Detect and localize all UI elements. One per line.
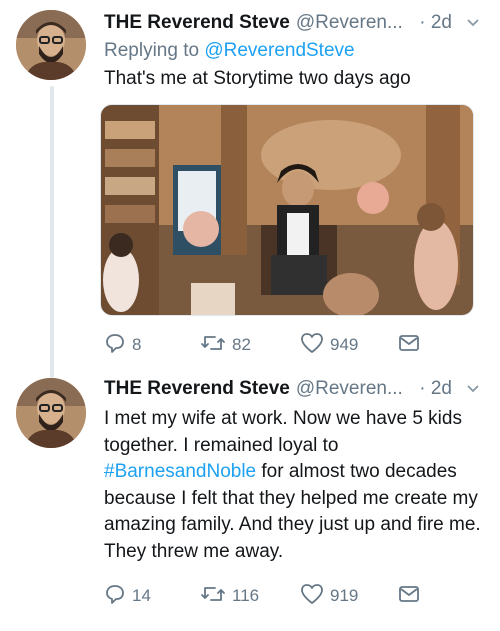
tweet[interactable]: THE Reverend Steve @Reveren... · 2d Reply…	[0, 0, 500, 372]
direct-message-button[interactable]	[398, 330, 426, 360]
direct-message-button[interactable]	[398, 581, 426, 611]
chevron-down-icon[interactable]	[466, 8, 480, 48]
hashtag-link[interactable]: #BarnesandNoble	[104, 461, 256, 482]
display-name[interactable]: THE Reverend Steve	[104, 378, 290, 399]
like-button[interactable]: 919	[300, 581, 358, 611]
reply-count: 14	[132, 586, 151, 605]
timestamp[interactable]: · 2d	[419, 374, 452, 404]
chevron-down-icon[interactable]	[466, 374, 480, 414]
display-name[interactable]: THE Reverend Steve	[104, 12, 290, 33]
like-count: 949	[330, 335, 359, 354]
tweet-header: THE Reverend Steve @Reveren... · 2d	[104, 8, 486, 38]
retweet-icon	[200, 332, 232, 359]
tweet-actions: 14 116 919	[104, 581, 486, 611]
reply-count: 8	[132, 335, 142, 354]
replying-to-label: Replying to	[104, 40, 205, 61]
user-handle[interactable]: @Reveren...	[296, 378, 403, 399]
reply-icon	[104, 332, 132, 359]
avatar[interactable]	[16, 10, 86, 80]
user-handle[interactable]: @Reveren...	[296, 12, 403, 33]
tweet-header: THE Reverend Steve @Reveren... · 2d	[104, 374, 486, 404]
retweet-icon	[200, 583, 232, 610]
message-icon	[398, 583, 426, 610]
reply-button[interactable]: 8	[104, 330, 141, 360]
tweet-actions: 8 82 949	[104, 330, 486, 360]
reply-handle-link[interactable]: @ReverendSteve	[204, 40, 354, 61]
tweet-photo[interactable]	[100, 104, 474, 316]
reply-icon	[104, 583, 132, 610]
avatar[interactable]	[16, 378, 86, 448]
retweet-count: 82	[232, 335, 251, 354]
tweet-text: That's me at Storytime two days ago	[104, 68, 411, 89]
tweet-text: I met my wife at work. Now we have 5 kid…	[104, 406, 486, 565]
replying-to: Replying to @ReverendSteve	[104, 38, 486, 64]
like-count: 919	[330, 586, 359, 605]
timestamp[interactable]: · 2d	[419, 8, 452, 38]
like-button[interactable]: 949	[300, 330, 358, 360]
retweet-count: 116	[232, 586, 260, 605]
retweet-button[interactable]: 82	[200, 330, 251, 360]
retweet-button[interactable]: 116	[200, 581, 259, 611]
tweet-text-start: I met my wife at work. Now we have 5 kid…	[104, 408, 462, 456]
heart-icon	[300, 583, 330, 610]
message-icon	[398, 332, 426, 359]
heart-icon	[300, 332, 330, 359]
tweet[interactable]: THE Reverend Steve @Reveren... · 2d I met…	[0, 372, 500, 631]
reply-button[interactable]: 14	[104, 581, 151, 611]
